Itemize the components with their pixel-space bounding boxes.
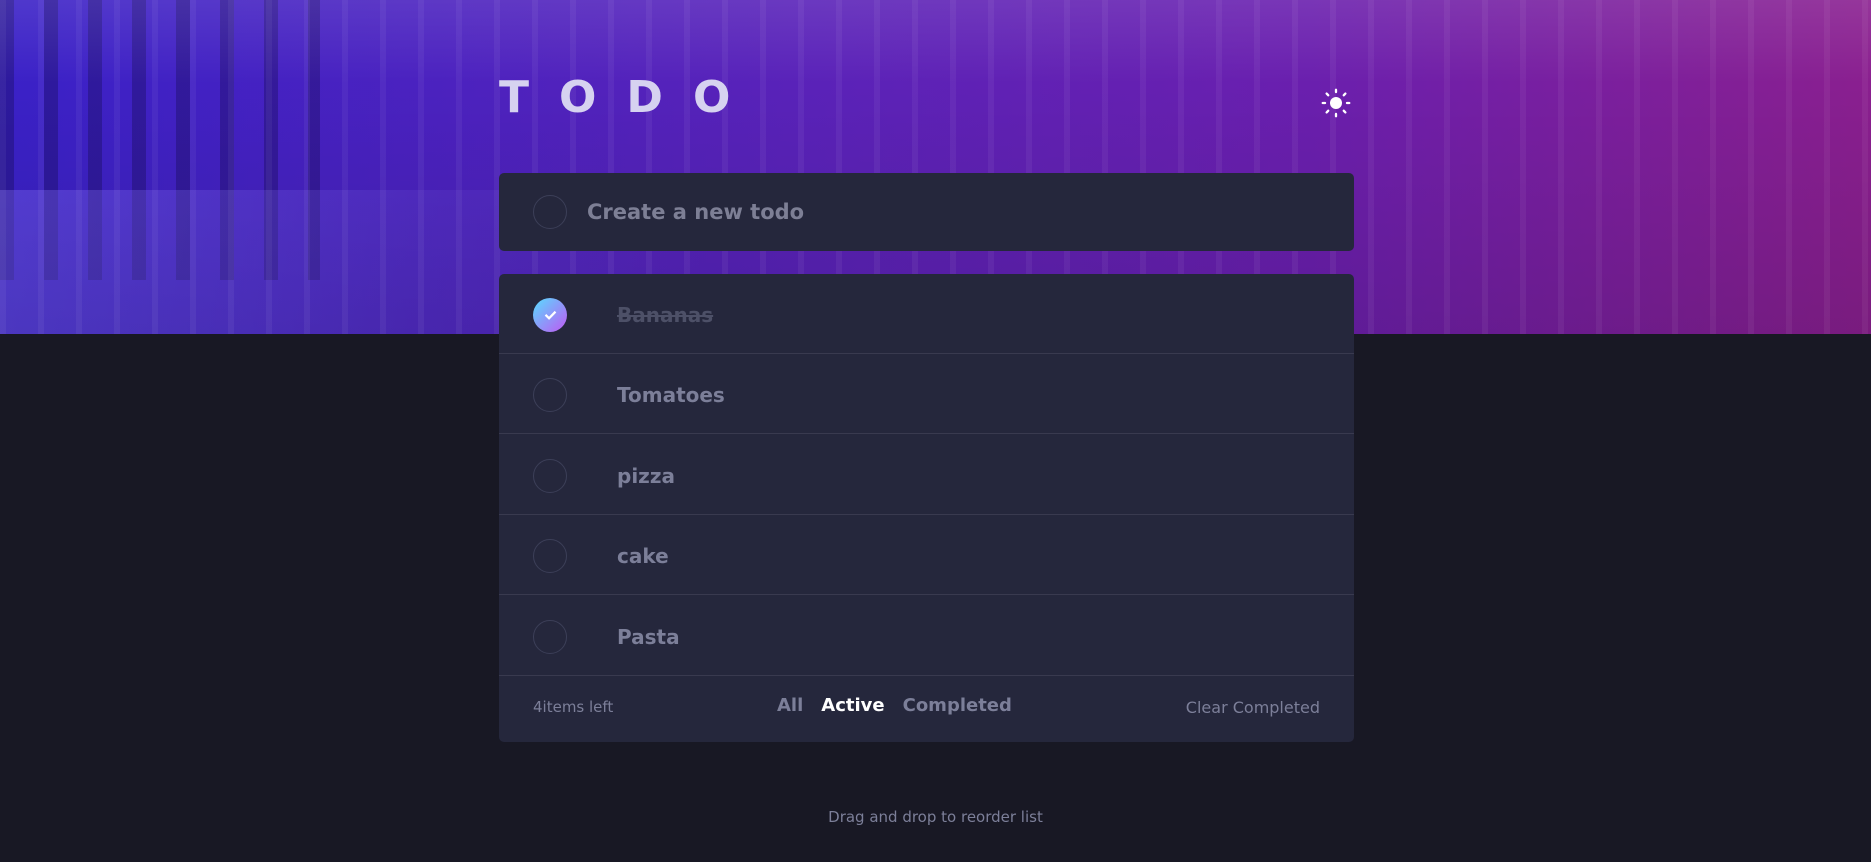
todo-item-label: Bananas: [617, 303, 714, 327]
todo-list: Bananas Tomatoes pizza cake Pasta 4items…: [499, 274, 1354, 742]
todo-item-label: pizza: [617, 464, 675, 488]
todo-item-label: Pasta: [617, 625, 680, 649]
todo-item[interactable]: Tomatoes: [499, 354, 1354, 434]
header: TODO: [499, 72, 1354, 132]
todo-checkbox[interactable]: [533, 620, 567, 654]
todo-item[interactable]: Pasta: [499, 596, 1354, 676]
new-todo-input[interactable]: [585, 193, 1325, 231]
check-icon: [544, 310, 556, 320]
todo-checkbox[interactable]: [533, 459, 567, 493]
filter-group: All Active Completed: [777, 695, 1012, 716]
clear-completed-button[interactable]: Clear Completed: [1186, 698, 1320, 717]
todo-checkbox[interactable]: [533, 539, 567, 573]
sun-icon: [1321, 88, 1351, 118]
filter-all[interactable]: All: [777, 695, 803, 716]
new-todo-checkbox[interactable]: [533, 195, 567, 229]
app-title: TODO: [499, 72, 761, 123]
todo-checkbox-checked[interactable]: [533, 298, 567, 332]
list-footer: 4items left All Active Completed Clear C…: [499, 676, 1354, 742]
todo-item-label: Tomatoes: [617, 383, 725, 407]
theme-toggle-button[interactable]: [1317, 84, 1355, 122]
todo-item-label: cake: [617, 544, 669, 568]
todo-item[interactable]: cake: [499, 515, 1354, 595]
filter-active[interactable]: Active: [821, 695, 884, 716]
new-todo-card: [499, 173, 1354, 251]
drag-drop-hint: Drag and drop to reorder list: [828, 808, 1043, 826]
items-left-count: 4items left: [533, 698, 614, 716]
todo-item[interactable]: Bananas: [499, 274, 1354, 354]
filter-completed[interactable]: Completed: [903, 695, 1012, 716]
todo-checkbox[interactable]: [533, 378, 567, 412]
todo-item[interactable]: pizza: [499, 435, 1354, 515]
